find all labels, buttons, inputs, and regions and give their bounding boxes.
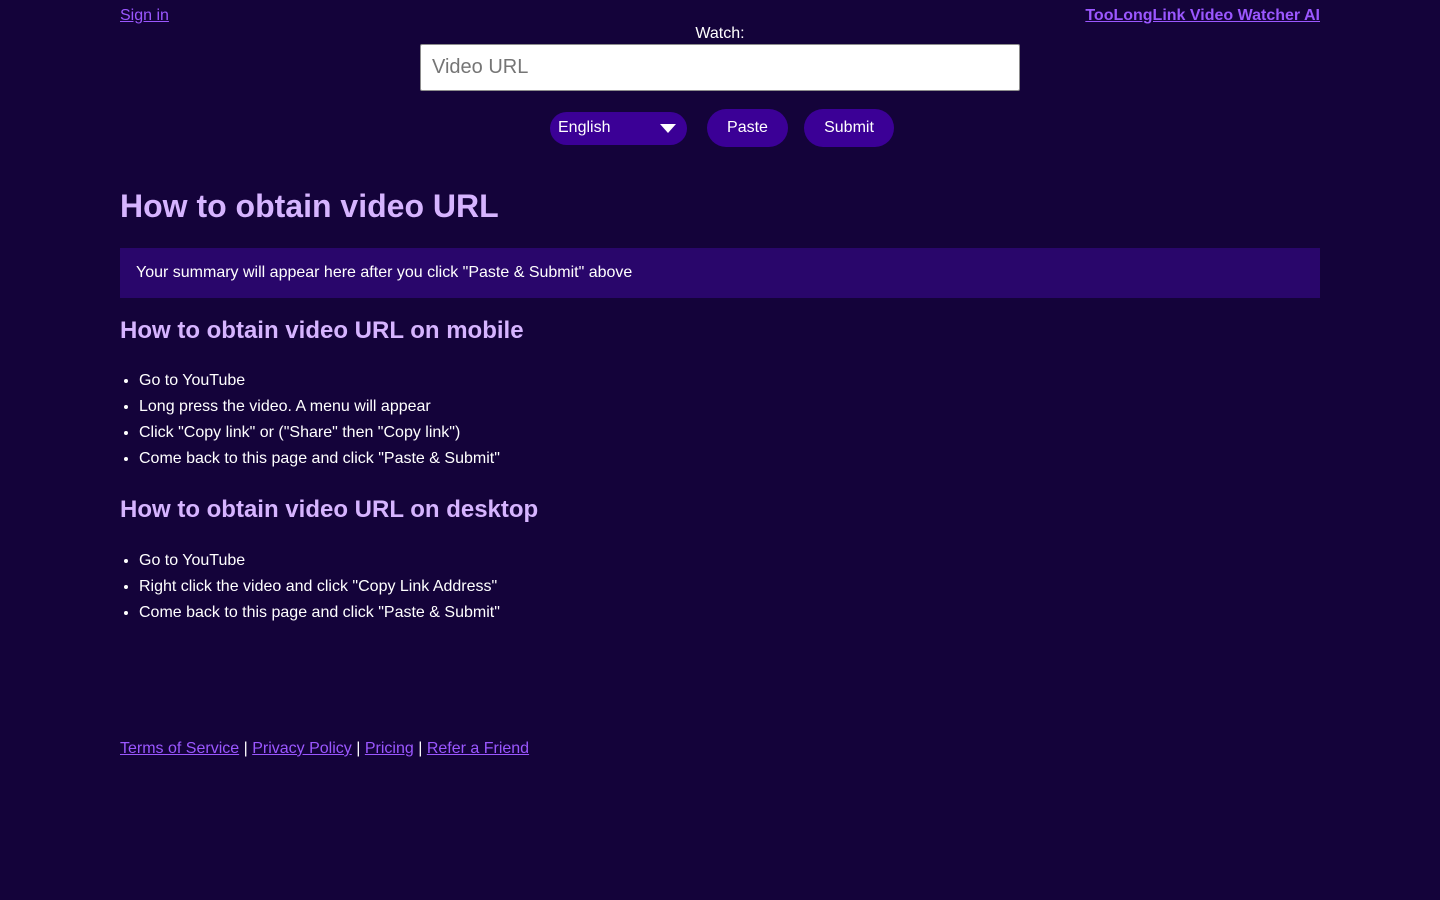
desktop-section-title: How to obtain video URL on desktop <box>120 496 539 523</box>
list-item: Right click the video and click "Copy Li… <box>139 574 500 600</box>
page: Sign in TooLongLink Video Watcher AI Wat… <box>0 0 1440 900</box>
desktop-steps-list: Go to YouTube Right click the video and … <box>120 548 500 626</box>
summary-placeholder-text: Your summary will appear here after you … <box>136 264 633 281</box>
submit-button[interactable]: Submit <box>804 109 894 147</box>
list-item: Go to YouTube <box>139 368 500 394</box>
list-item: Long press the video. A menu will appear <box>139 394 500 420</box>
sign-in-link[interactable]: Sign in <box>120 7 169 25</box>
language-select[interactable]: English <box>550 111 687 145</box>
footer-separator: | <box>418 740 423 757</box>
list-item: Go to YouTube <box>139 548 500 574</box>
controls-row: English Paste Submit <box>550 109 894 147</box>
refer-a-friend-link[interactable]: Refer a Friend <box>427 740 529 757</box>
privacy-policy-link[interactable]: Privacy Policy <box>252 740 352 757</box>
chevron-down-icon <box>660 124 676 133</box>
list-item: Come back to this page and click "Paste … <box>139 446 500 472</box>
mobile-steps-list: Go to YouTube Long press the video. A me… <box>120 368 500 472</box>
pricing-link[interactable]: Pricing <box>365 740 414 757</box>
terms-of-service-link[interactable]: Terms of Service <box>120 740 239 757</box>
paste-button[interactable]: Paste <box>707 109 788 147</box>
list-item: Come back to this page and click "Paste … <box>139 600 500 626</box>
language-select-value: English <box>558 119 611 136</box>
watch-label: Watch: <box>695 25 745 42</box>
summary-box: Your summary will appear here after you … <box>120 248 1320 298</box>
footer: Terms of Service | Privacy Policy | Pric… <box>120 740 529 758</box>
mobile-section-title: How to obtain video URL on mobile <box>120 317 524 344</box>
video-url-input[interactable] <box>420 44 1020 91</box>
list-item: Click "Copy link" or ("Share" then "Copy… <box>139 420 500 446</box>
page-title: How to obtain video URL <box>120 188 499 224</box>
footer-separator: | <box>243 740 248 757</box>
brand-link[interactable]: TooLongLink Video Watcher AI <box>1085 7 1320 25</box>
footer-separator: | <box>356 740 361 757</box>
